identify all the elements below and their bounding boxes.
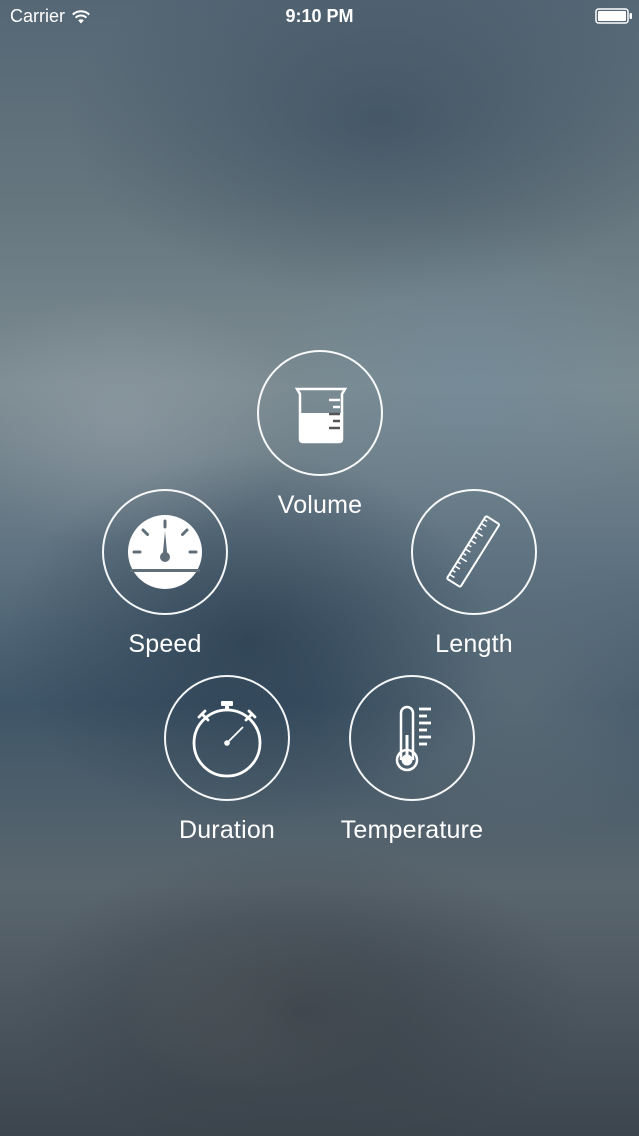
app-screen: Carrier 9:10 PM Volume Speed Length Dura… [0, 0, 639, 1136]
thermometer-icon [395, 705, 431, 772]
status-time: 9:10 PM [285, 6, 354, 26]
volume-button[interactable] [257, 350, 383, 476]
status-bar: Carrier 9:10 PM [0, 0, 639, 34]
battery-icon [595, 8, 632, 24]
speed-button[interactable] [102, 489, 228, 615]
menu-item-speed[interactable]: Speed [65, 489, 265, 659]
duration-button[interactable] [164, 675, 290, 801]
length-button[interactable] [411, 489, 537, 615]
speed-label: Speed [128, 630, 202, 658]
temperature-button[interactable] [349, 675, 475, 801]
speedometer-icon [128, 515, 202, 589]
menu-item-temperature[interactable]: Temperature [312, 675, 512, 845]
stopwatch-icon [192, 701, 262, 778]
menu-item-length[interactable]: Length [374, 489, 574, 659]
ruler-icon [446, 515, 500, 588]
menu-item-duration[interactable]: Duration [127, 675, 327, 845]
beaker-icon [294, 387, 348, 444]
duration-label: Duration [178, 816, 276, 844]
length-label: Length [435, 630, 513, 658]
temperature-label: Temperature [340, 816, 484, 844]
